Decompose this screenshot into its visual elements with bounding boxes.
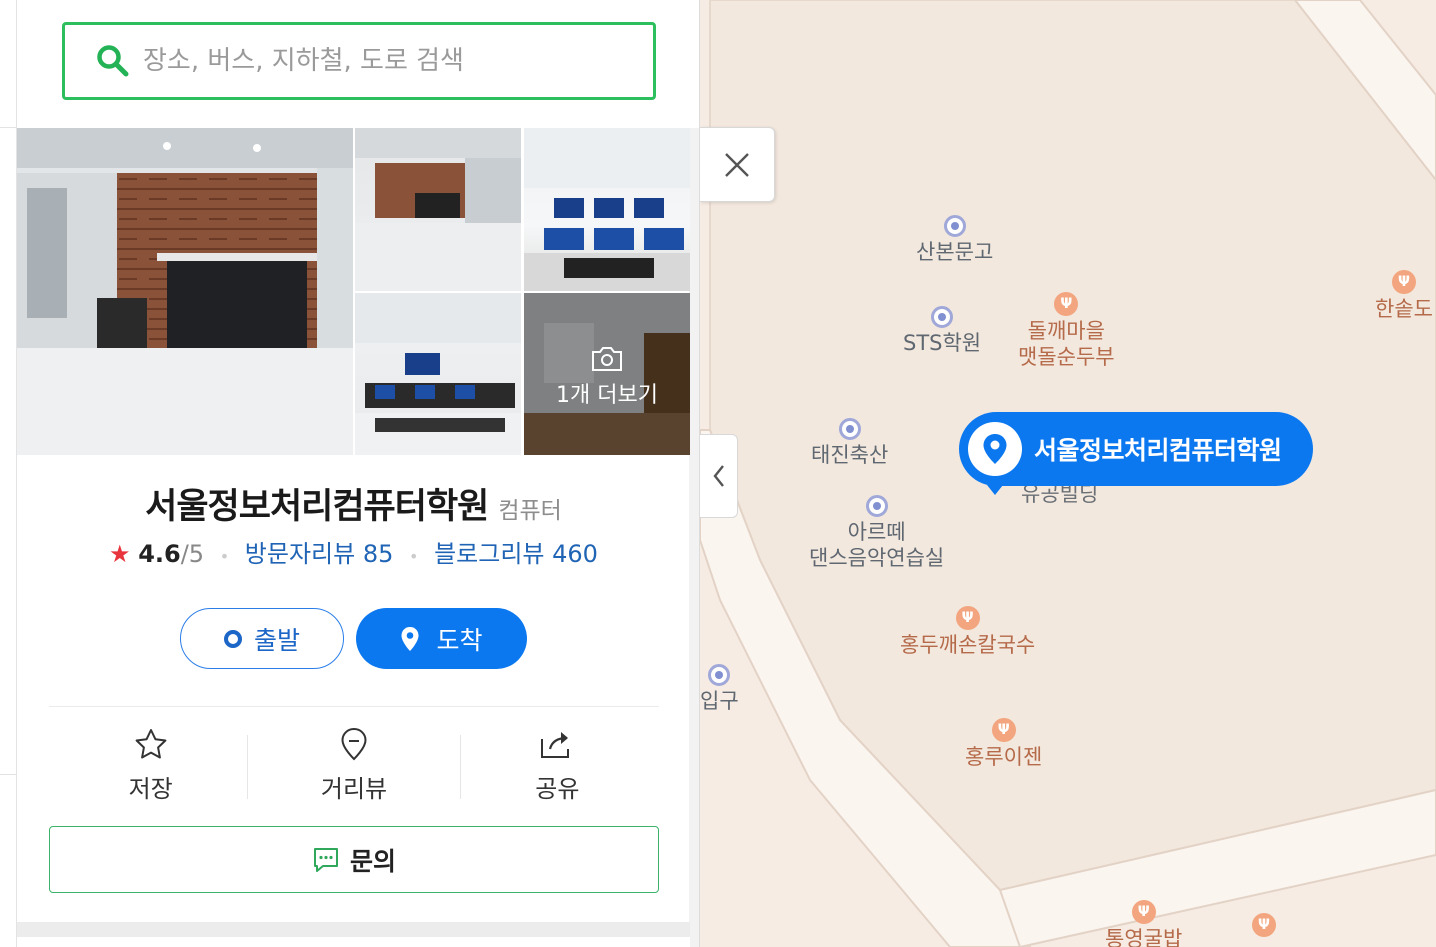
photo-thumbnail[interactable]: [524, 128, 690, 291]
star-icon: ★: [109, 540, 131, 568]
poi-dolkkae-tofu[interactable]: Ψ 돌깨마을 맷돌순두부: [1018, 292, 1115, 370]
action-separator: [460, 735, 461, 799]
scrollbar[interactable]: [689, 128, 699, 947]
poi-taejin-butcher[interactable]: 태진축산: [811, 418, 888, 468]
streetview-label: 거리뷰: [320, 774, 388, 803]
photo-gallery: 1개 더보기: [17, 128, 690, 455]
rail-divider: [0, 127, 16, 128]
depart-label: 출발: [253, 625, 300, 655]
inquiry-label: 문의: [349, 846, 396, 876]
restaurant-icon: Ψ: [1391, 270, 1416, 294]
search-icon[interactable]: [95, 43, 131, 79]
poi-label: 입구: [700, 689, 739, 713]
camera-icon: [592, 347, 622, 371]
photo-lab-illustration: [355, 293, 521, 455]
restaurant-icon: Ψ: [1054, 292, 1079, 316]
poi-restaurant-partial[interactable]: Ψ: [1252, 913, 1276, 939]
poi-hongdukkae[interactable]: Ψ 홍두깨손칼국수: [900, 606, 1035, 658]
place-pin-icon: [931, 306, 954, 328]
rating-score: 4.6: [138, 540, 181, 568]
collapse-panel-button[interactable]: [700, 434, 738, 518]
place-stats: ★ 4.6/5 • 방문자리뷰 85 • 블로그리뷰 460: [17, 534, 690, 569]
photo-lobby-illustration: [17, 128, 353, 455]
photo-main[interactable]: [17, 128, 353, 455]
inquiry-button[interactable]: 문의: [49, 826, 659, 893]
action-separator: [247, 735, 248, 799]
poi-label: 통영굴밥: [1105, 927, 1183, 947]
photo-classroom-illustration: [524, 128, 690, 291]
chevron-left-icon: [712, 465, 724, 487]
depart-button[interactable]: 출발: [180, 608, 344, 669]
place-pin-icon: [943, 215, 966, 237]
arrive-label: 도착: [436, 625, 483, 655]
share-button[interactable]: 공유: [456, 720, 659, 808]
place-detail-panel: 1개 더보기 서울정보처리컴퓨터학원 컴퓨터 ★ 4.6/5 • 방문자리뷰 85…: [17, 0, 700, 947]
poi-sanbon-books[interactable]: 산본문고: [916, 215, 993, 265]
app-root: 산본문고 STS학원 Ψ 돌깨마을 맷돌순두부 Ψ 한솥도 태진축산 아르떼 댄스음…: [0, 0, 1436, 947]
restaurant-icon: Ψ: [1131, 900, 1156, 924]
arrive-button[interactable]: 도착: [356, 608, 527, 669]
marker-tail: [987, 485, 1003, 495]
place-category: 컴퓨터: [498, 498, 562, 524]
poi-label: 돌깨마을 맷돌순두부: [1018, 319, 1115, 369]
search-box[interactable]: [62, 22, 656, 100]
streetview-button[interactable]: 거리뷰: [252, 720, 455, 808]
more-photos-button[interactable]: 1개 더보기: [524, 345, 690, 409]
action-bar: 저장 거리뷰 공유: [49, 720, 659, 808]
origin-dot-icon: [223, 629, 242, 648]
place-pin-icon: [838, 418, 861, 440]
visitor-reviews-link[interactable]: 방문자리뷰 85: [245, 540, 394, 568]
save-button[interactable]: 저장: [49, 720, 252, 808]
separator-dot: •: [219, 547, 230, 566]
poi-entrance[interactable]: 입구: [700, 664, 739, 714]
marker-label: 서울정보처리컴퓨터학원: [1034, 436, 1282, 465]
save-label: 저장: [128, 774, 173, 803]
poi-label: STS학원: [903, 331, 982, 355]
poi-label: 태진축산: [811, 443, 889, 467]
destination-pin-icon: [401, 626, 419, 651]
poi-hansot[interactable]: Ψ 한솥도: [1375, 270, 1433, 322]
poi-tongyeong-gulbap[interactable]: Ψ 통영굴밥: [1105, 900, 1182, 947]
poi-label: 홍루이젠: [965, 745, 1043, 769]
blog-reviews-link[interactable]: 블로그리뷰 460: [434, 540, 598, 568]
entrance-icon: [708, 664, 731, 686]
close-panel-button[interactable]: [700, 127, 775, 202]
photo-hall-illustration: [355, 128, 521, 291]
restaurant-icon: Ψ: [955, 606, 980, 630]
place-name: 서울정보처리컴퓨터학원: [145, 487, 489, 527]
poi-label: 아르떼 댄스음악연습실: [809, 520, 945, 570]
photo-more[interactable]: 1개 더보기: [524, 293, 690, 455]
photo-thumbnail[interactable]: [355, 128, 521, 291]
restaurant-icon: Ψ: [1252, 913, 1276, 937]
poi-hongruizen[interactable]: Ψ 홍루이젠: [965, 718, 1042, 770]
section-divider: [49, 706, 659, 707]
share-icon: [540, 725, 574, 763]
side-rail: [0, 0, 17, 947]
location-pin-icon: [968, 422, 1022, 476]
poi-sts-academy[interactable]: STS학원: [903, 306, 981, 356]
search-input[interactable]: [143, 46, 613, 76]
chat-icon: [313, 847, 338, 872]
poi-label: 홍두깨손칼국수: [900, 633, 1036, 657]
restaurant-icon: Ψ: [991, 718, 1016, 742]
next-section-edge: [17, 937, 690, 947]
poi-label: 산본문고: [916, 240, 994, 264]
rail-divider: [0, 774, 16, 775]
poi-arte-dance[interactable]: 아르떼 댄스음악연습실: [809, 495, 944, 571]
map-pin-outline-icon: [340, 725, 368, 763]
star-outline-icon: [134, 725, 168, 763]
rating-max: /5: [180, 540, 205, 568]
separator-dot: •: [409, 547, 419, 566]
more-photos-label: 1개 더보기: [556, 383, 658, 408]
share-label: 공유: [535, 774, 580, 803]
photo-thumbnail[interactable]: [355, 293, 521, 455]
close-icon: [725, 152, 749, 177]
panel-section-gap: [17, 922, 690, 947]
poi-label: 한솥도: [1375, 297, 1433, 321]
place-title: 서울정보처리컴퓨터학원 컴퓨터: [17, 478, 690, 529]
place-pin-icon: [865, 495, 888, 517]
selected-place-marker[interactable]: 서울정보처리컴퓨터학원: [959, 412, 1313, 495]
